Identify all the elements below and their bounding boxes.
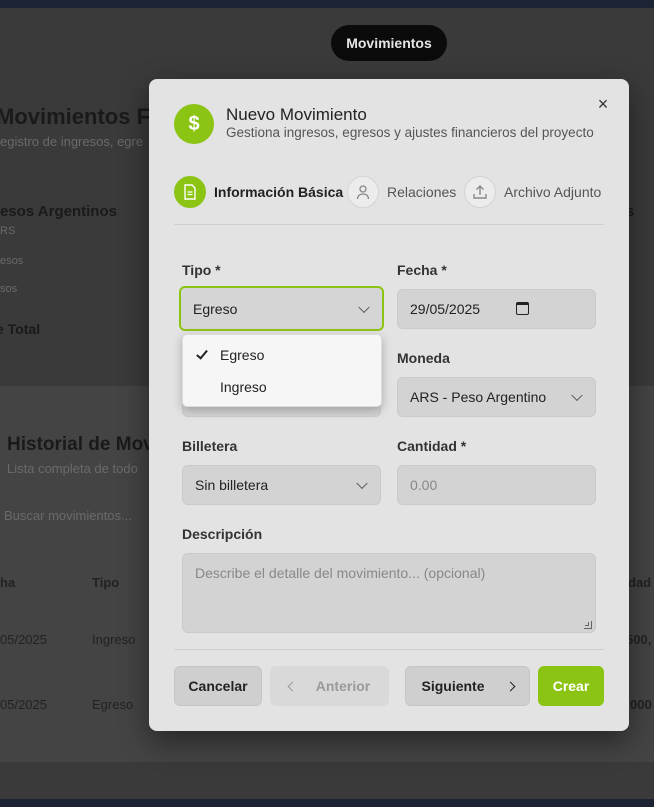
row-date: 05/2025 <box>0 697 47 712</box>
calendar-icon[interactable] <box>516 302 529 315</box>
footer-divider <box>174 649 604 650</box>
descripcion-placeholder: Describe el detalle del movimiento... (o… <box>195 565 486 581</box>
page-title: Movimientos F <box>0 104 151 129</box>
row-amount: 000 <box>630 697 652 712</box>
chevron-left-icon <box>287 681 298 691</box>
summary-egresos: sos <box>0 283 18 295</box>
new-movement-dialog: × $ Nuevo Movimiento Gestiona ingresos, … <box>149 79 629 731</box>
divider <box>174 224 604 225</box>
step-label: Información Básica <box>214 184 344 200</box>
chevron-right-icon <box>505 681 515 691</box>
cantidad-placeholder: 0.00 <box>410 477 438 493</box>
summary-ingresos: esos <box>0 255 24 267</box>
option-label: Egreso <box>220 347 265 363</box>
tipo-select[interactable]: Egreso <box>179 286 384 331</box>
billetera-select[interactable]: Sin billetera <box>182 465 381 505</box>
step-archivo-adjunto[interactable]: Archivo Adjunto <box>464 176 601 208</box>
option-label: Ingreso <box>220 379 267 395</box>
chevron-down-icon <box>571 389 583 402</box>
moneda-value: ARS - Peso Argentino <box>410 389 547 405</box>
stepper: Información Básica Relaciones Archivo Ad… <box>174 176 604 208</box>
previous-button[interactable]: Anterior <box>270 666 389 706</box>
dialog-subtitle: Gestiona ingresos, egresos y ajustes fin… <box>226 125 594 140</box>
billetera-value: Sin billetera <box>195 477 269 493</box>
summary-currency: RS <box>0 225 16 237</box>
row-amount: 500, <box>626 632 652 647</box>
summary-card-heading: esos Argentinos <box>0 203 117 220</box>
descripcion-textarea[interactable]: Describe el detalle del movimiento... (o… <box>182 553 596 633</box>
movimientos-nav-pill[interactable]: Movimientos <box>331 25 447 61</box>
user-icon <box>347 176 379 208</box>
resize-handle-icon[interactable] <box>584 621 592 629</box>
top-edge <box>0 0 654 8</box>
cantidad-label: Cantidad * <box>397 438 467 454</box>
col-right: dad <box>628 575 652 590</box>
bottom-edge <box>0 799 654 807</box>
moneda-select[interactable]: ARS - Peso Argentino <box>397 377 596 417</box>
step-relaciones[interactable]: Relaciones <box>347 176 456 208</box>
col-fecha: ha <box>0 575 16 590</box>
col-tipo: Tipo <box>92 575 120 590</box>
step-label: Relaciones <box>387 184 457 200</box>
cancel-button[interactable]: Cancelar <box>174 666 262 706</box>
page-subtitle: egistro de ingresos, egre <box>0 134 144 149</box>
dollar-icon: $ <box>174 104 214 144</box>
step-informacion-basica[interactable]: Información Básica <box>174 176 343 208</box>
summary-total: e Total <box>0 321 41 337</box>
next-button[interactable]: Siguiente <box>405 666 530 706</box>
history-subtitle: Lista completa de todo <box>7 461 138 476</box>
tipo-value: Egreso <box>193 300 238 317</box>
close-icon[interactable]: × <box>594 95 612 113</box>
chevron-down-icon <box>356 477 368 490</box>
previous-label: Anterior <box>315 678 371 694</box>
document-icon <box>174 176 206 208</box>
moneda-label: Moneda <box>397 350 450 366</box>
row-type: Egreso <box>92 697 134 712</box>
tipo-dropdown-menu: Egreso Ingreso <box>182 334 382 407</box>
option-ingreso[interactable]: Ingreso <box>183 372 383 402</box>
check-icon <box>196 347 208 360</box>
fecha-input[interactable]: 29/05/2025 <box>397 289 596 329</box>
fecha-label: Fecha * <box>397 262 447 278</box>
next-label: Siguiente <box>421 678 485 694</box>
row-type: Ingreso <box>92 632 136 647</box>
tipo-label: Tipo * <box>182 262 221 278</box>
fecha-value: 29/05/2025 <box>410 301 481 317</box>
chevron-down-icon <box>358 301 370 313</box>
search-input[interactable]: Buscar movimientos... <box>4 508 132 523</box>
cantidad-input[interactable]: 0.00 <box>397 465 596 505</box>
row-date: 05/2025 <box>0 632 47 647</box>
dialog-title: Nuevo Movimiento <box>226 105 367 124</box>
descripcion-label: Descripción <box>182 526 263 542</box>
option-egreso[interactable]: Egreso <box>183 340 383 370</box>
create-button[interactable]: Crear <box>538 666 604 706</box>
history-title: Historial de Mov <box>7 434 154 455</box>
upload-icon <box>464 176 496 208</box>
billetera-label: Billetera <box>182 438 238 454</box>
step-label: Archivo Adjunto <box>504 184 602 200</box>
